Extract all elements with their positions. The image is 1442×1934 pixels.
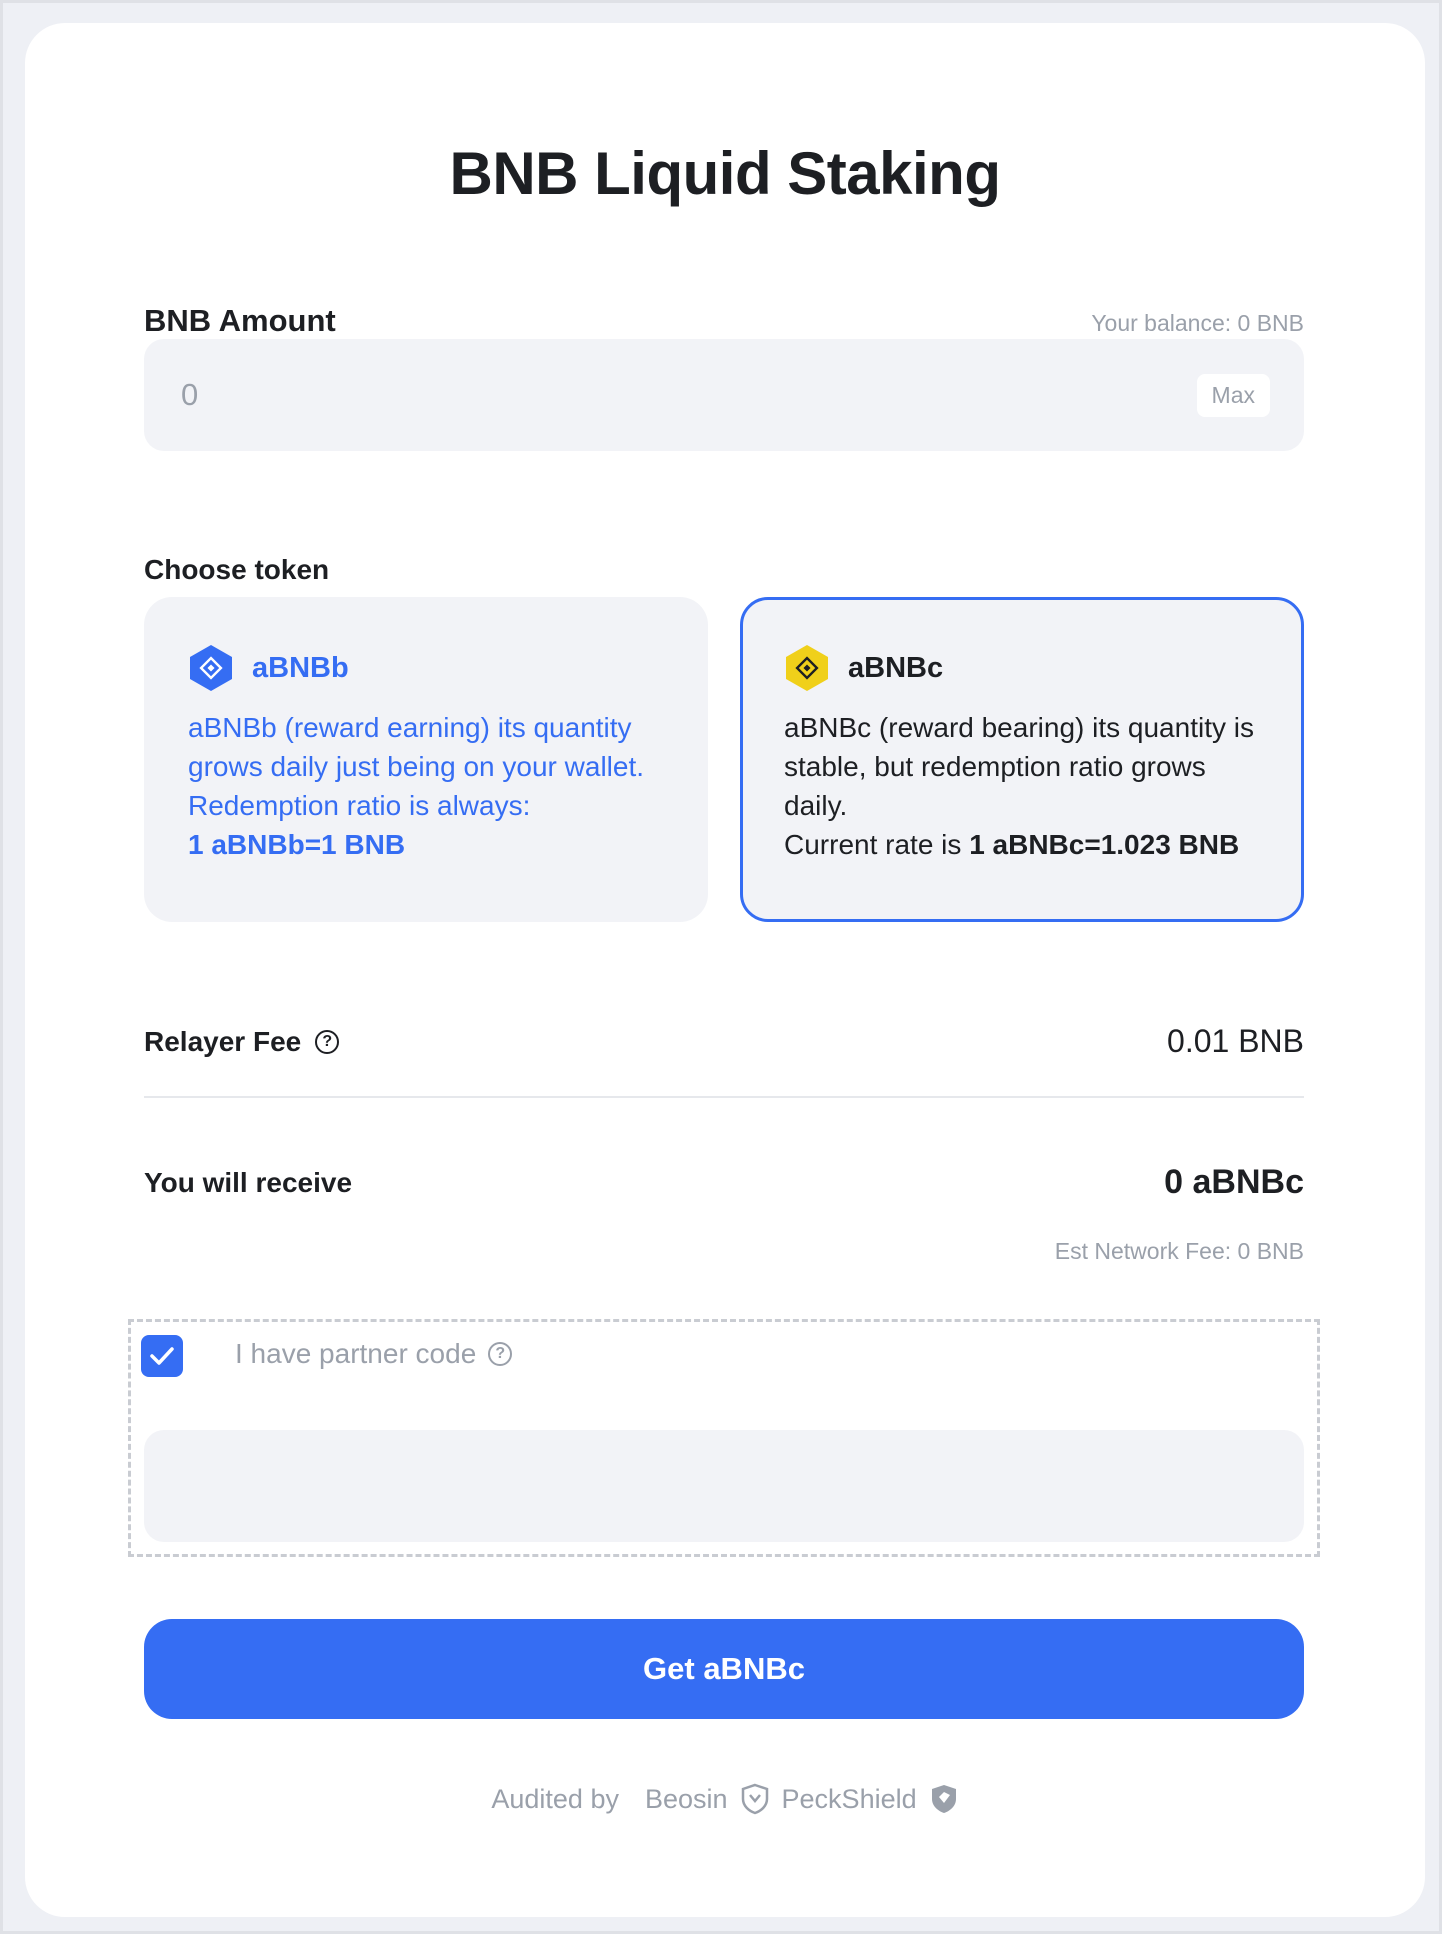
token-name: aBNBb bbox=[252, 651, 349, 684]
token-header: aBNBb bbox=[188, 644, 672, 692]
partner-code-input[interactable] bbox=[144, 1430, 1304, 1542]
token-description: aBNBb (reward earning) its quantity grow… bbox=[188, 708, 672, 864]
page-frame: BNB Liquid Staking BNB Amount Your balan… bbox=[3, 3, 1439, 1931]
abnbc-hex-icon bbox=[786, 645, 828, 691]
relayer-fee-row: Relayer Fee ? 0.01 BNB bbox=[144, 1023, 1304, 1060]
receive-row: You will receive 0 aBNBc bbox=[144, 1163, 1304, 1202]
help-icon[interactable]: ? bbox=[488, 1342, 513, 1366]
receive-label: You will receive bbox=[144, 1166, 353, 1198]
receive-value: 0 aBNBc bbox=[1164, 1163, 1304, 1201]
max-button[interactable]: Max bbox=[1196, 373, 1270, 417]
amount-label: BNB Amount bbox=[144, 303, 336, 338]
partner-code-label-wrap: I have partner code ? bbox=[235, 1338, 513, 1370]
divider bbox=[144, 1096, 1304, 1098]
page-title: BNB Liquid Staking bbox=[449, 140, 1001, 207]
token-option-abnbc[interactable]: aBNBc aBNBc (reward bearing) its quantit… bbox=[740, 597, 1304, 922]
audit-footer: Audited by Beosin PeckShield bbox=[25, 1783, 1425, 1815]
amount-input[interactable]: 0 Max bbox=[144, 339, 1304, 451]
partner-code-checkbox[interactable] bbox=[141, 1335, 183, 1377]
auditor-peckshield[interactable]: PeckShield bbox=[782, 1784, 917, 1815]
amount-header: BNB Amount Your balance: 0 BNB bbox=[144, 303, 1304, 339]
auditor-beosin[interactable]: Beosin bbox=[645, 1784, 728, 1815]
peckshield-shield-icon bbox=[931, 1785, 956, 1813]
token-header: aBNBc bbox=[784, 644, 1268, 692]
beosin-shield-icon bbox=[741, 1783, 768, 1815]
token-desc-text: aBNBc (reward bearing) its quantity is s… bbox=[784, 712, 1254, 821]
balance-text: Your balance: 0 BNB bbox=[1091, 310, 1304, 336]
audited-by-text: Audited by bbox=[491, 1783, 619, 1814]
network-fee-text: Est Network Fee: 0 BNB bbox=[1054, 1238, 1304, 1264]
token-name: aBNBc bbox=[848, 651, 944, 684]
check-icon bbox=[150, 1347, 174, 1365]
token-rate: 1 aBNBc=1.023 BNB bbox=[969, 829, 1240, 860]
relayer-fee-value: 0.01 BNB bbox=[1167, 1023, 1304, 1059]
partner-code-label: I have partner code bbox=[235, 1338, 477, 1369]
token-description: aBNBc (reward bearing) its quantity is s… bbox=[784, 708, 1268, 864]
relayer-fee-label-wrap: Relayer Fee ? bbox=[144, 1025, 340, 1058]
token-rate: 1 aBNBb=1 BNB bbox=[188, 829, 406, 860]
token-option-abnbb[interactable]: aBNBb aBNBb (reward earning) its quantit… bbox=[144, 597, 708, 922]
abnbb-hex-icon bbox=[190, 645, 232, 691]
choose-token-label: Choose token bbox=[144, 554, 330, 585]
help-icon[interactable]: ? bbox=[315, 1029, 340, 1054]
token-desc-text: aBNBb (reward earning) its quantity grow… bbox=[188, 712, 645, 821]
relayer-fee-label: Relayer Fee bbox=[144, 1025, 302, 1057]
staking-card: BNB Liquid Staking BNB Amount Your balan… bbox=[25, 23, 1425, 1917]
partner-code-section: I have partner code ? bbox=[128, 1319, 1320, 1557]
token-rate-prefix: Current rate is bbox=[784, 829, 962, 860]
get-abnbc-button[interactable]: Get aBNBc bbox=[144, 1619, 1304, 1719]
amount-value[interactable]: 0 bbox=[181, 377, 198, 413]
